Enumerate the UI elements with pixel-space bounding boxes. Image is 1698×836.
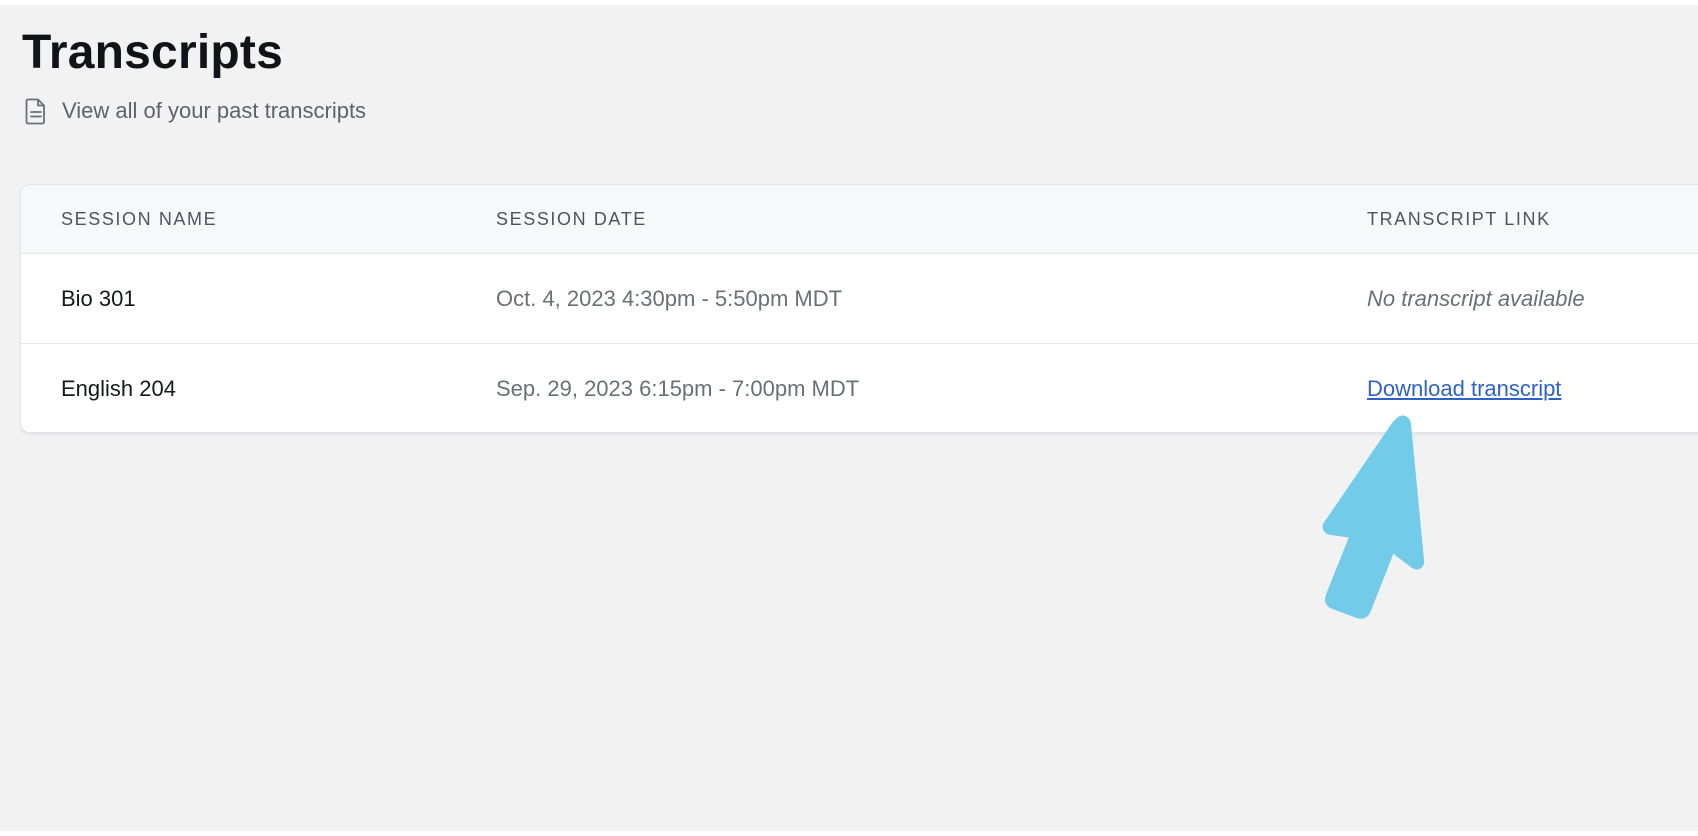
document-icon: [24, 97, 48, 125]
column-header-session-name: SESSION NAME: [61, 208, 218, 229]
table-header-row: SESSION NAME SESSION DATE TRANSCRIPT LIN…: [21, 185, 1698, 254]
no-transcript-text: No transcript available: [1367, 285, 1585, 311]
page-subtitle: View all of your past transcripts: [24, 97, 366, 125]
session-name-cell: Bio 301: [61, 285, 136, 311]
page-subtitle-text: View all of your past transcripts: [62, 98, 367, 123]
column-header-transcript-link: TRANSCRIPT LINK: [1367, 208, 1551, 229]
download-transcript-link[interactable]: Download transcript: [1367, 376, 1561, 402]
session-date-cell: Sep. 29, 2023 6:15pm - 7:00pm MDT: [496, 375, 860, 401]
page-title: Transcripts: [22, 26, 283, 79]
session-name-cell: English 204: [61, 375, 176, 401]
page-background: Transcripts View all of your past transc…: [0, 5, 1698, 831]
table-row: Bio 301 Oct. 4, 2023 4:30pm - 5:50pm MDT…: [21, 254, 1698, 344]
session-date-cell: Oct. 4, 2023 4:30pm - 5:50pm MDT: [496, 285, 843, 311]
column-header-session-date: SESSION DATE: [496, 208, 647, 229]
transcripts-table: SESSION NAME SESSION DATE TRANSCRIPT LIN…: [20, 184, 1698, 433]
pointer-arrow-icon: [1322, 415, 1425, 619]
